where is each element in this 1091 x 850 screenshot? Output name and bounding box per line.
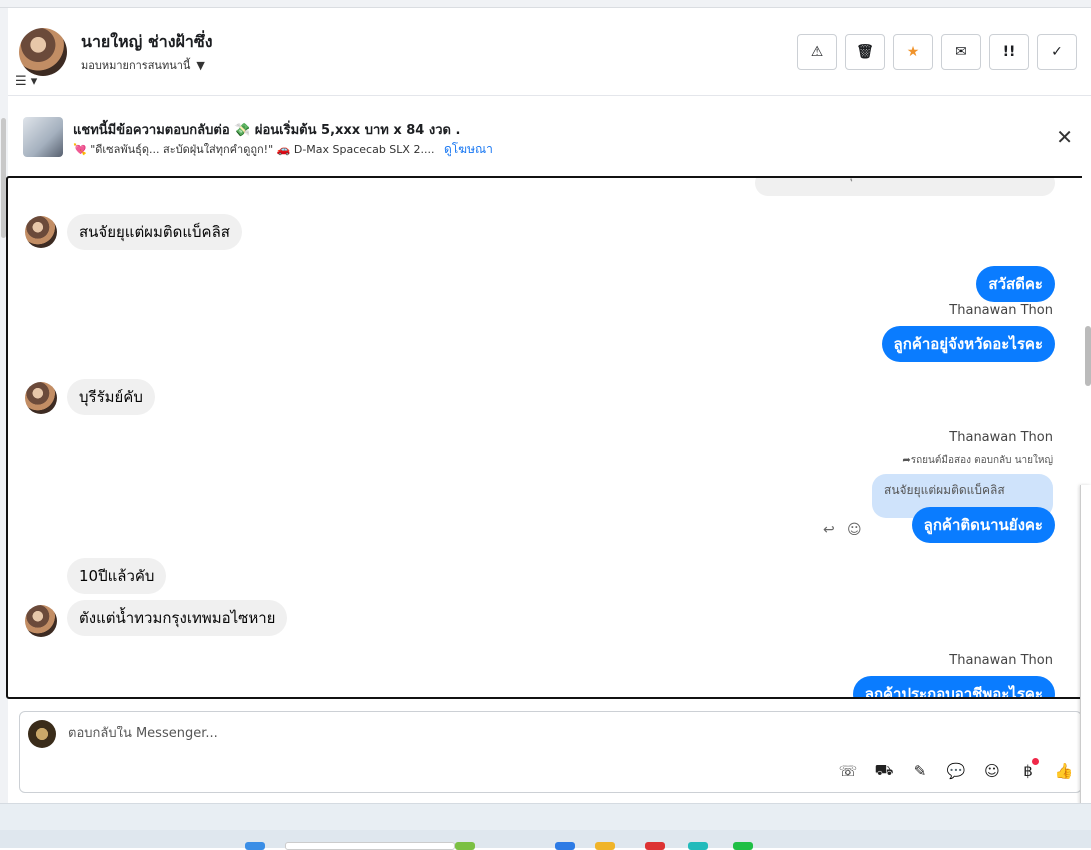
contact-avatar[interactable] (19, 28, 67, 76)
important-icon: !! (1002, 44, 1016, 60)
chat-bubble-icon[interactable]: 💬 (945, 760, 967, 782)
call-icon[interactable]: ☏ (837, 760, 859, 782)
reply-info-text: รถยนต์มือสอง ตอบกลับ นายใหญ่ (910, 455, 1053, 466)
sender-name: Thanawan Thon (949, 653, 1053, 668)
warning-button[interactable]: ⚠ (797, 34, 837, 70)
emoji-react-icon[interactable]: ☺ (847, 522, 862, 538)
delete-button[interactable]: 🗑 (845, 34, 885, 70)
message-composer: ☏ ⛟ ✎ 💬 ☺ ฿ 👍 (19, 711, 1082, 793)
reply-input[interactable] (68, 726, 968, 741)
reply-info: ➦รถยนต์มือสอง ตอบกลับ นายใหญ่ (902, 453, 1053, 468)
message-incoming[interactable]: 10ปีแล้วคับ (67, 558, 167, 594)
composer-tools: ☏ ⛟ ✎ 💬 ☺ ฿ 👍 (837, 758, 1075, 782)
taskbar-search[interactable] (285, 842, 455, 850)
side-panel-edge[interactable] (1080, 485, 1091, 805)
ad-subtitle-text: 💘 "ดีเซลพันธุ์ดุ... สะบัดฝุ่นใส่ทุกคำดูถ… (73, 143, 435, 156)
notification-dot (1032, 758, 1039, 765)
taskbar-app-icon[interactable] (688, 842, 708, 850)
done-button[interactable]: ✓ (1037, 34, 1077, 70)
header-actions: ⚠ 🗑 ★ ✉ !! ✓ (797, 34, 1077, 70)
filter-settings-icon[interactable]: ☰ ▾ (15, 74, 37, 89)
start-icon[interactable] (245, 842, 265, 850)
contact-avatar-small (25, 382, 57, 414)
thumbs-up-icon[interactable]: 👍 (1053, 760, 1075, 782)
thread-scrollbar-thumb[interactable] (1085, 326, 1091, 386)
message-outgoing[interactable]: ลูกค้าอยู่จังหวัดอะไรคะ (881, 326, 1055, 362)
taskbar-app-icon[interactable] (555, 842, 575, 850)
star-icon: ★ (906, 44, 920, 60)
close-icon[interactable]: ✕ (1056, 125, 1073, 149)
star-button[interactable]: ★ (893, 34, 933, 70)
message-outgoing[interactable]: สวัสดีคะ (976, 266, 1055, 302)
baht-payment-icon[interactable]: ฿ (1017, 758, 1039, 782)
message-incoming[interactable]: ตังแต่น้ำทวมกรุงเทพมอไซหาย (67, 600, 288, 636)
contact-avatar-small (25, 216, 57, 248)
contact-avatar-small (25, 605, 57, 637)
ad-thumbnail[interactable] (23, 117, 63, 157)
mail-button[interactable]: ✉ (941, 34, 981, 70)
taskbar-app-icon[interactable] (733, 842, 753, 850)
warning-icon: ⚠ (810, 44, 824, 60)
assign-label: มอบหมายการสนทนานี้ (81, 59, 191, 72)
message-outgoing-partial: ลงข้อความกระตุ้นให้เขาตัดสินใจแล้ว (755, 178, 1055, 196)
window-top-border (0, 0, 1091, 8)
taskbar-app-icon[interactable] (645, 842, 665, 850)
ad-title: แชทนี้มีข้อความตอบกลับต่อ 💸 ผ่อนเริ่มต้น… (73, 123, 461, 138)
mail-icon: ✉ (955, 44, 967, 60)
taskbar-app-icon[interactable] (455, 842, 475, 850)
shopping-bag-icon[interactable]: ⛟ (873, 760, 895, 782)
reply-arrow-icon: ➦ (902, 455, 911, 466)
assign-conversation[interactable]: มอบหมายการสนทนานี้ ▼ (81, 56, 205, 74)
message-thread[interactable]: ลงข้อความกระตุ้นให้เขาตัดสินใจแล้ว สนจัย… (6, 176, 1091, 699)
page-avatar (28, 720, 56, 748)
chevron-down-icon: ▼ (196, 58, 205, 72)
message-incoming[interactable]: สนจัยยุแต่ผมติดแบ็คลิส (67, 214, 242, 250)
check-icon: ✓ (1051, 44, 1063, 60)
conversation-header: ☰ ▾ นายใหญ่ ช่างฝ้าซึ่ง มอบหมายการสนทนาน… (8, 8, 1091, 96)
attachment-icon[interactable]: ✎ (909, 760, 931, 782)
emoji-icon[interactable]: ☺ (981, 760, 1003, 782)
reply-icon[interactable]: ↩ (823, 522, 835, 538)
sender-name: Thanawan Thon (949, 430, 1053, 445)
message-incoming[interactable]: บุรีรัมย์คับ (67, 379, 155, 415)
ad-banner: แชทนี้มีข้อความตอบกลับต่อ 💸 ผ่อนเริ่มต้น… (8, 97, 1091, 175)
view-ad-link[interactable]: ดูโฆษณา (444, 142, 493, 156)
sender-name: Thanawan Thon (949, 303, 1053, 318)
os-taskbar (0, 830, 1091, 850)
message-outgoing[interactable]: ลูกค้าประกอบอาชีพอะไรคะ (852, 676, 1055, 697)
trash-icon: 🗑 (856, 44, 874, 60)
contact-name[interactable]: นายใหญ่ ช่างฝ้าซึ่ง (81, 30, 213, 55)
mark-important-button[interactable]: !! (989, 34, 1029, 70)
message-outgoing[interactable]: ลูกค้าติดนานยังคะ (911, 507, 1055, 543)
ad-subtitle: 💘 "ดีเซลพันธุ์ดุ... สะบัดฝุ่นใส่ทุกคำดูถ… (73, 140, 493, 159)
taskbar-app-icon[interactable] (595, 842, 615, 850)
